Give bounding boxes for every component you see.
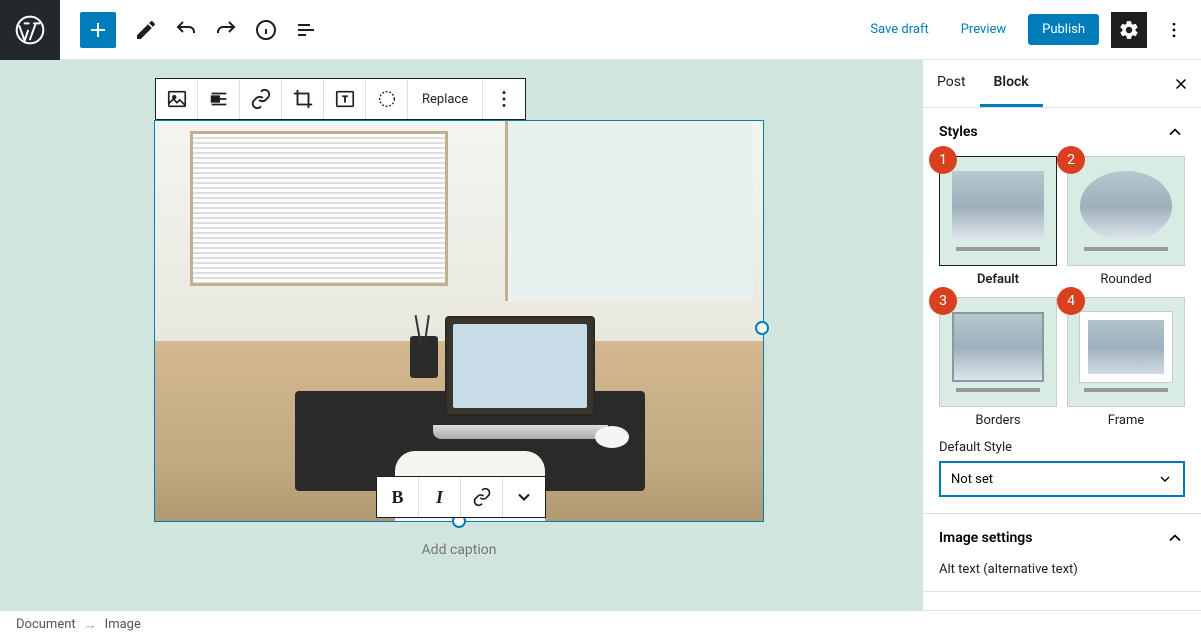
style-label: Default	[939, 272, 1057, 287]
image-settings-title: Image settings	[939, 530, 1032, 546]
block-more-icon[interactable]	[483, 79, 525, 119]
close-sidebar-icon[interactable]	[1169, 72, 1193, 96]
post-tab[interactable]: Post	[923, 60, 980, 107]
add-block-button[interactable]	[80, 12, 116, 48]
block-tab[interactable]: Block	[980, 60, 1043, 107]
image-settings-header[interactable]: Image settings	[923, 514, 1201, 562]
toolbar-left	[60, 12, 324, 48]
publish-button[interactable]: Publish	[1028, 14, 1099, 45]
chevron-up-icon	[1165, 122, 1185, 142]
default-style-value: Not set	[951, 472, 993, 487]
breadcrumb: Document → Image	[0, 610, 1201, 638]
style-option-default[interactable]: 1 Default	[939, 156, 1057, 287]
settings-icon[interactable]	[1111, 12, 1147, 48]
style-option-borders[interactable]: 3 Borders	[939, 297, 1057, 428]
image-block[interactable]	[155, 121, 763, 521]
outline-icon[interactable]	[288, 12, 324, 48]
chevron-up-icon	[1165, 528, 1185, 548]
text-overlay-icon[interactable]	[324, 79, 366, 119]
undo-icon[interactable]	[168, 12, 204, 48]
wordpress-logo[interactable]	[0, 0, 60, 60]
edit-icon[interactable]	[128, 12, 164, 48]
styles-panel: Styles 1 Default 2 Rounded 3 Borders	[923, 108, 1201, 514]
more-options-icon[interactable]	[1159, 12, 1189, 48]
styles-panel-title: Styles	[939, 124, 978, 140]
crop-icon[interactable]	[282, 79, 324, 119]
redo-icon[interactable]	[208, 12, 244, 48]
style-option-frame[interactable]: 4 Frame	[1067, 297, 1185, 428]
style-label: Borders	[939, 413, 1057, 428]
block-toolbar: Replace	[155, 78, 526, 120]
image-settings-panel: Image settings Alt text (alternative tex…	[923, 514, 1201, 592]
align-icon[interactable]	[198, 79, 240, 119]
italic-button[interactable]: I	[419, 477, 461, 517]
preview-button[interactable]: Preview	[951, 16, 1016, 43]
info-icon[interactable]	[248, 12, 284, 48]
caption-more-icon[interactable]	[503, 477, 545, 517]
toolbar-right: Save draft Preview Publish	[860, 12, 1201, 48]
bold-button[interactable]: B	[377, 477, 419, 517]
default-style-label: Default Style	[939, 440, 1185, 455]
breadcrumb-document[interactable]: Document	[16, 617, 76, 632]
callout-badge: 1	[929, 146, 957, 174]
resize-handle-right[interactable]	[755, 321, 769, 335]
style-label: Rounded	[1067, 272, 1185, 287]
block-type-image-icon[interactable]	[156, 79, 198, 119]
settings-sidebar: Post Block Styles 1 Default 2 Rounded	[922, 60, 1201, 610]
breadcrumb-image[interactable]: Image	[105, 617, 141, 632]
caption-link-icon[interactable]	[461, 477, 503, 517]
chevron-down-icon	[1157, 471, 1173, 487]
replace-button[interactable]: Replace	[408, 79, 483, 119]
top-toolbar: Save draft Preview Publish	[0, 0, 1201, 60]
sidebar-tabs: Post Block	[923, 60, 1201, 108]
style-option-rounded[interactable]: 2 Rounded	[1067, 156, 1185, 287]
callout-badge: 2	[1057, 146, 1085, 174]
link-icon[interactable]	[240, 79, 282, 119]
callout-badge: 3	[929, 287, 957, 315]
image-content	[155, 121, 763, 521]
save-draft-button[interactable]: Save draft	[860, 16, 938, 43]
caption-format-toolbar: B I	[376, 476, 546, 518]
caption-input[interactable]: Add caption	[155, 542, 763, 558]
style-label: Frame	[1067, 413, 1185, 428]
breadcrumb-arrow-icon: →	[84, 617, 97, 633]
duotone-icon[interactable]	[366, 79, 408, 119]
default-style-select[interactable]: Not set	[939, 461, 1185, 497]
callout-badge: 4	[1057, 287, 1085, 315]
alt-text-label: Alt text (alternative text)	[923, 562, 1201, 591]
editor-canvas[interactable]: Replace B I Add caption	[0, 60, 922, 610]
